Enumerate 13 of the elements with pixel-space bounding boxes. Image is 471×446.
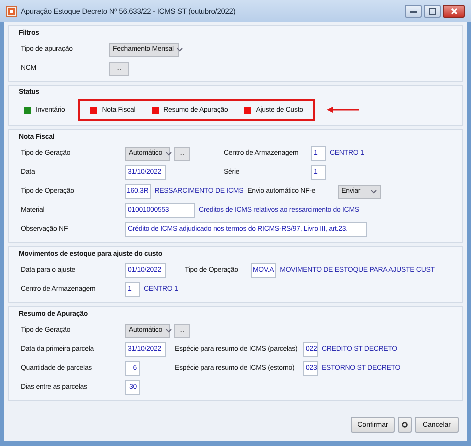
minimize-icon xyxy=(410,10,417,12)
arrow-icon xyxy=(327,107,360,113)
chevron-down-icon xyxy=(166,152,172,156)
maximize-icon xyxy=(429,8,436,14)
close-icon xyxy=(450,8,458,14)
minimize-button[interactable] xyxy=(405,4,422,18)
maximize-button[interactable] xyxy=(424,4,441,18)
app-icon xyxy=(6,6,17,16)
chevron-down-icon xyxy=(166,328,172,332)
settings-button[interactable] xyxy=(398,417,412,433)
chevron-down-icon xyxy=(176,48,183,52)
chevron-down-icon xyxy=(370,190,377,194)
close-button[interactable] xyxy=(443,4,465,18)
